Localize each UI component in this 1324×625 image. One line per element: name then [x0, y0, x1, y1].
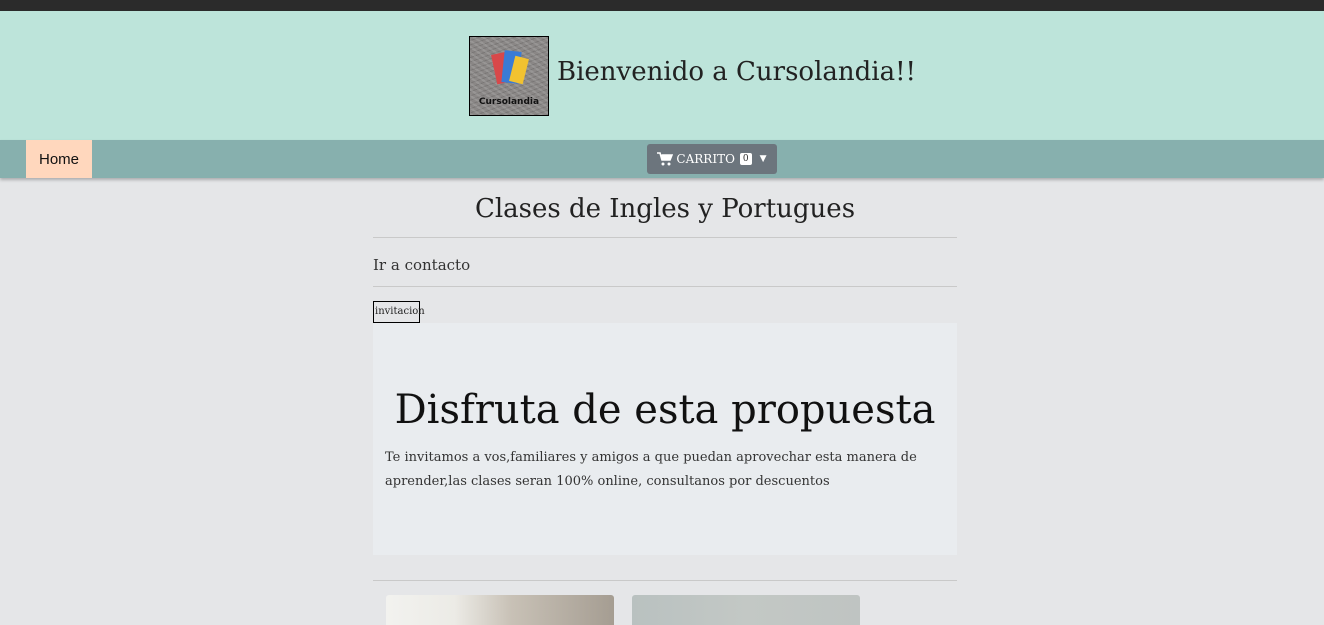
cart-label: CARRITO	[676, 152, 735, 166]
divider	[373, 237, 957, 238]
section-title: Clases de Ingles y Portugues	[474, 194, 856, 224]
invitation-image: invitacion	[373, 301, 425, 323]
promo-jumbotron: Disfruta de esta propuesta Te invitamos …	[373, 323, 957, 555]
promo-text: Te invitamos a vos,familiares y amigos a…	[385, 450, 917, 489]
course-card-image[interactable]	[386, 595, 614, 625]
promo-title: Disfruta de esta propuesta	[394, 387, 936, 433]
navbar: Home CARRITO 0 ▼	[0, 140, 1324, 178]
site-logo: Cursolandia	[469, 36, 549, 116]
nav-home-link[interactable]: Home	[26, 140, 92, 178]
course-card-image[interactable]	[632, 595, 860, 625]
divider	[373, 580, 957, 581]
browser-top-strip	[0, 0, 1324, 11]
cart-icon	[657, 152, 674, 166]
cart-count-badge: 0	[739, 153, 752, 165]
cart-dropdown-button[interactable]: CARRITO 0 ▼	[647, 144, 777, 174]
site-header: Cursolandia Bienvenido a Cursolandia!!	[0, 11, 1324, 140]
caret-down-icon: ▼	[759, 154, 767, 164]
logo-text: Cursolandia	[478, 97, 540, 107]
contact-link[interactable]: Ir a contacto	[373, 256, 470, 274]
divider	[373, 286, 957, 287]
site-title: Bienvenido a Cursolandia!!	[557, 57, 916, 87]
